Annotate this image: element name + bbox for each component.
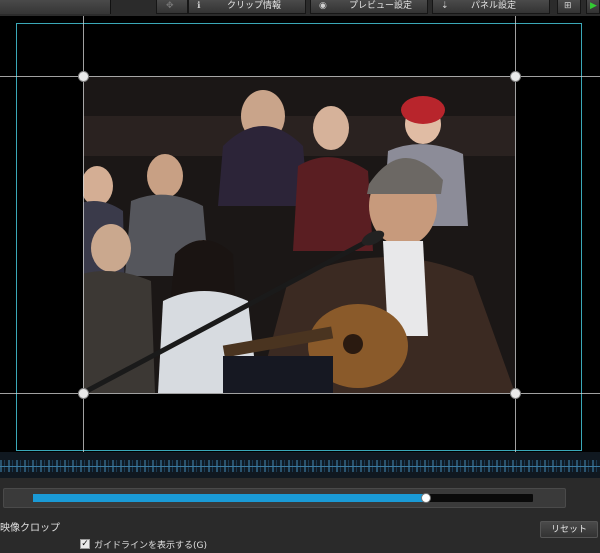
timeline-slider-area [0, 478, 600, 514]
crop-handle-bottom-right[interactable] [511, 389, 520, 398]
crop-settings-panel: 映像クロップ リセット ✓ ガイドラインを表示する(G) [0, 514, 600, 553]
reset-button[interactable]: リセット [540, 521, 598, 538]
panel-toolbar: ✥ ℹ クリップ情報 ◉ プレビュー設定 ⇣ パネル設定 ⊞ ▶ [0, 0, 600, 17]
section-title: 映像クロップ [0, 523, 60, 534]
clip-info-button[interactable]: ℹ クリップ情報 [188, 0, 306, 14]
guide-line-right[interactable] [515, 16, 516, 452]
info-icon: ℹ [197, 1, 201, 11]
crop-handle-bottom-left[interactable] [79, 389, 88, 398]
waveform-center-line [0, 466, 600, 467]
video-frame-image [83, 76, 515, 393]
preview-settings-button[interactable]: ◉ プレビュー設定 [310, 0, 428, 14]
timeline-slider-track[interactable] [33, 493, 533, 503]
crop-handle-top-right[interactable] [511, 72, 520, 81]
panel-settings-label: パネル設定 [471, 1, 517, 11]
crop-handle-top-left[interactable] [79, 72, 88, 81]
show-guides-checkbox[interactable]: ✓ [80, 539, 90, 549]
guide-line-left[interactable] [83, 16, 84, 452]
show-guides-label: ガイドラインを表示する(G) [94, 541, 207, 551]
add-icon: ⊞ [564, 1, 572, 11]
audio-waveform [0, 452, 600, 478]
toolbar-blank-area [0, 0, 111, 14]
status-button[interactable]: ▶ [586, 0, 600, 14]
panel-sort-icon: ⇣ [441, 1, 449, 11]
move-button[interactable]: ✥ [156, 0, 188, 14]
timeline-slider-fill [33, 494, 426, 502]
green-arrow-icon: ▶ [590, 1, 597, 11]
guide-line-bottom[interactable] [0, 393, 600, 394]
video-preview[interactable] [0, 16, 600, 452]
eye-icon: ◉ [319, 1, 327, 11]
panel-settings-button[interactable]: ⇣ パネル設定 [432, 0, 550, 14]
timeline-slider-knob[interactable] [421, 493, 431, 503]
preview-settings-label: プレビュー設定 [349, 1, 413, 11]
add-button[interactable]: ⊞ [557, 0, 581, 14]
move-icon: ✥ [166, 1, 174, 11]
clip-info-label: クリップ情報 [227, 1, 282, 11]
video-frame [83, 76, 515, 393]
guide-line-top[interactable] [0, 76, 600, 77]
